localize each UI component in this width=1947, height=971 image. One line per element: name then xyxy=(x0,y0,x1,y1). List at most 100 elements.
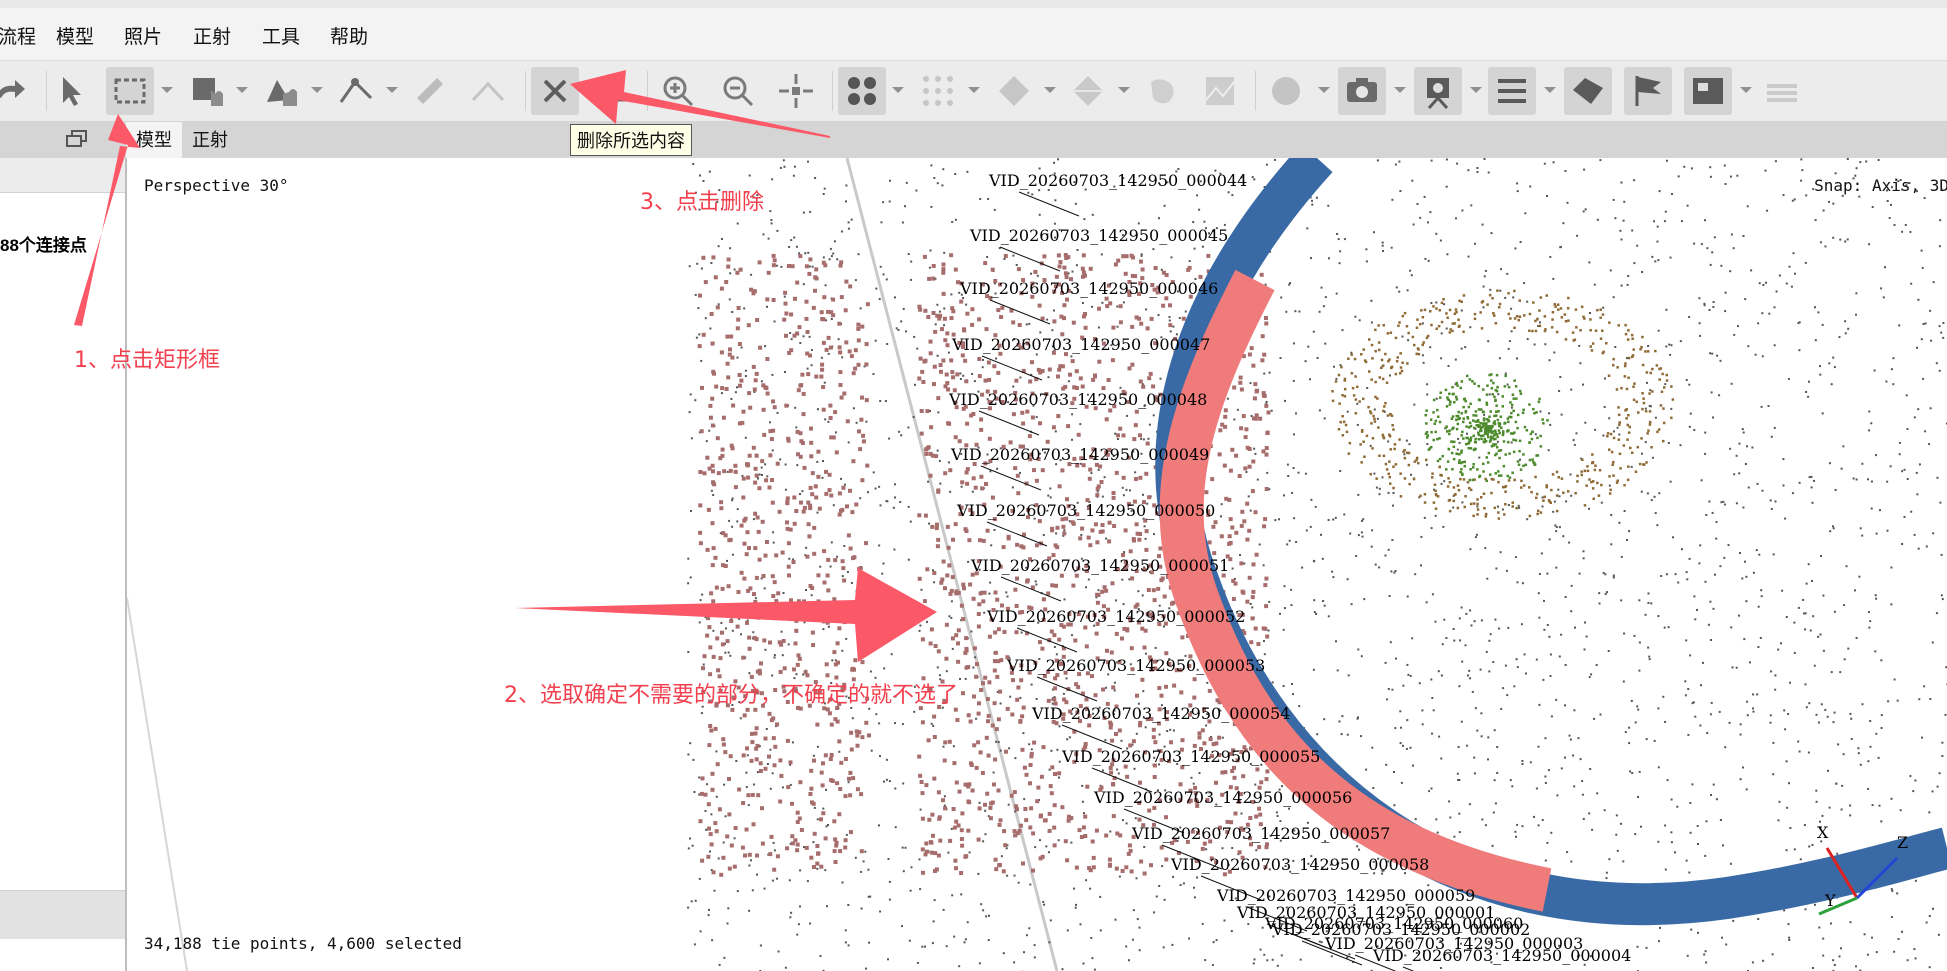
chevron-down-icon[interactable] xyxy=(1318,87,1330,93)
camera-label[interactable]: VID_20260703_142950_000046 xyxy=(959,279,1218,298)
tab-model[interactable]: 模型 xyxy=(126,122,182,158)
camera-labels: VID_20260703_142950_000044 VID_20260703_1… xyxy=(948,171,1631,965)
y-axis-label: Y xyxy=(1824,891,1836,910)
camera-label[interactable]: VID_20260703_142950_000058 xyxy=(1170,855,1429,874)
dense-cloud-button[interactable] xyxy=(914,67,962,115)
tie-points-item[interactable]: 88个连接点 xyxy=(0,231,87,256)
point-cloud-scene[interactable]: VID_20260703_142950_000044 VID_20260703_1… xyxy=(127,158,1947,971)
layers-button[interactable] xyxy=(1488,67,1536,115)
free-form-selection-button[interactable] xyxy=(184,67,232,115)
free-form-selection-icon xyxy=(193,78,223,106)
reset-view-button[interactable] xyxy=(772,67,820,115)
video-cameras-button[interactable] xyxy=(1414,67,1462,115)
camera-label[interactable]: VID_20260703_142950_000054 xyxy=(1031,704,1290,723)
camera-label[interactable]: VID_20260703_142950_000045 xyxy=(969,226,1228,245)
chevron-down-icon[interactable] xyxy=(1470,87,1482,93)
dem-icon xyxy=(1205,77,1235,105)
chevron-down-icon[interactable] xyxy=(892,87,904,93)
mesh-button[interactable] xyxy=(990,67,1038,115)
camera-label[interactable]: VID_20260703_142950_000057 xyxy=(1131,824,1390,843)
camera-label[interactable]: VID_20260703_142950_000056 xyxy=(1093,788,1352,807)
chevron-down-icon[interactable] xyxy=(311,87,323,93)
bounding-box-edge xyxy=(127,597,188,971)
restore-window-icon[interactable] xyxy=(66,130,88,148)
workspace-panel: 88个连接点 xyxy=(0,158,127,971)
chevron-down-icon[interactable] xyxy=(1118,87,1130,93)
camera-label[interactable]: VID_20260703_142950_000051 xyxy=(970,556,1229,575)
zoom-out-button[interactable] xyxy=(714,67,762,115)
annotation-step3: 3、点击删除 xyxy=(640,190,764,215)
crop-selection-button[interactable] xyxy=(588,67,636,115)
mesh-icon xyxy=(999,76,1029,106)
menu-photos[interactable]: 照片 xyxy=(124,22,162,49)
camera-label[interactable]: VID_20260703_142950_000050 xyxy=(956,501,1215,520)
shape-draw-icon xyxy=(471,81,505,102)
camera-label[interactable]: VID_20260703_142950_000055 xyxy=(1061,747,1320,766)
chevron-down-icon[interactable] xyxy=(1394,87,1406,93)
camera-label[interactable]: VID_20260703_142950_000052 xyxy=(986,607,1245,626)
textured-mesh-button[interactable] xyxy=(1064,67,1112,115)
annotation-step2: 2、选取确定不需要的部分，不确定的就不选了 xyxy=(504,683,958,708)
chevron-down-icon[interactable] xyxy=(236,87,248,93)
reset-view-icon xyxy=(779,74,813,108)
markers-flag-icon xyxy=(1635,76,1661,106)
camera-label[interactable]: VID_20260703_142950_000004 xyxy=(1372,946,1631,965)
tiled-model-icon xyxy=(1151,79,1174,104)
chevron-down-icon[interactable] xyxy=(386,87,398,93)
stack-button[interactable] xyxy=(1758,67,1806,115)
navigation-button[interactable] xyxy=(258,67,306,115)
markers-button[interactable] xyxy=(1624,67,1672,115)
zoom-in-button[interactable] xyxy=(654,67,702,115)
dem-button[interactable] xyxy=(1196,67,1244,115)
menu-ortho[interactable]: 正射 xyxy=(193,22,231,49)
zoom-in-icon xyxy=(663,76,694,107)
navigation-hand-icon xyxy=(267,80,297,106)
toolbar-separator xyxy=(832,71,833,111)
menu-tools[interactable]: 工具 xyxy=(262,22,300,49)
camera-icon xyxy=(1347,78,1377,102)
ruler-icon xyxy=(417,78,443,104)
z-axis-label: Z xyxy=(1897,833,1908,852)
menu-help[interactable]: 帮助 xyxy=(330,22,368,49)
measure-line-icon xyxy=(339,78,373,103)
show-cameras-button[interactable] xyxy=(1338,67,1386,115)
video-camera-icon xyxy=(1427,78,1449,110)
camera-label[interactable]: VID_20260703_142950_000053 xyxy=(1006,656,1265,675)
delete-selection-button[interactable] xyxy=(531,67,579,115)
chevron-down-icon[interactable] xyxy=(1044,87,1056,93)
tab-ortho[interactable]: 正射 xyxy=(182,122,238,158)
chevron-down-icon[interactable] xyxy=(968,87,980,93)
globe-button[interactable] xyxy=(1262,67,1310,115)
toolbar-separator xyxy=(647,71,648,111)
camera-label[interactable]: VID_20260703_142950_000044 xyxy=(988,171,1247,190)
ruler-button[interactable] xyxy=(406,67,454,115)
menu-bar: 流程 模型 照片 正射 工具 帮助 xyxy=(0,8,1947,61)
redo-button[interactable] xyxy=(0,67,34,115)
camera-label[interactable]: VID_20260703_142950_000047 xyxy=(951,335,1210,354)
show-points-button[interactable] xyxy=(838,67,886,115)
chevron-down-icon[interactable] xyxy=(161,87,173,93)
camera-label[interactable]: VID_20260703_142950_000048 xyxy=(948,390,1207,409)
workspace-panel-footer xyxy=(0,890,125,939)
select-button[interactable] xyxy=(46,67,94,115)
draw-polyline-button[interactable] xyxy=(332,67,380,115)
chevron-down-icon[interactable] xyxy=(1544,87,1556,93)
rectangle-selection-button[interactable] xyxy=(106,67,154,115)
dense-cloud-icon xyxy=(923,76,953,106)
sparse-points xyxy=(687,158,1947,971)
shapes-button[interactable] xyxy=(1564,67,1612,115)
projection-label: Perspective 30° xyxy=(144,176,289,195)
select-arrow-icon xyxy=(63,77,81,106)
chevron-down-icon[interactable] xyxy=(1740,87,1752,93)
menu-workflow[interactable]: 流程 xyxy=(0,22,36,49)
status-label: 34,188 tie points, 4,600 selected xyxy=(144,934,462,953)
tiled-model-button[interactable] xyxy=(1138,67,1186,115)
shape-draw-button[interactable] xyxy=(464,67,512,115)
menu-model[interactable]: 模型 xyxy=(56,22,94,49)
image-button[interactable] xyxy=(1684,67,1732,115)
model-viewport[interactable]: VID_20260703_142950_000044 VID_20260703_1… xyxy=(127,158,1947,971)
camera-label[interactable]: VID_20260703_142950_000049 xyxy=(950,445,1209,464)
image-icon xyxy=(1693,78,1723,104)
redo-icon xyxy=(0,80,25,98)
stack-icon xyxy=(1767,84,1797,102)
